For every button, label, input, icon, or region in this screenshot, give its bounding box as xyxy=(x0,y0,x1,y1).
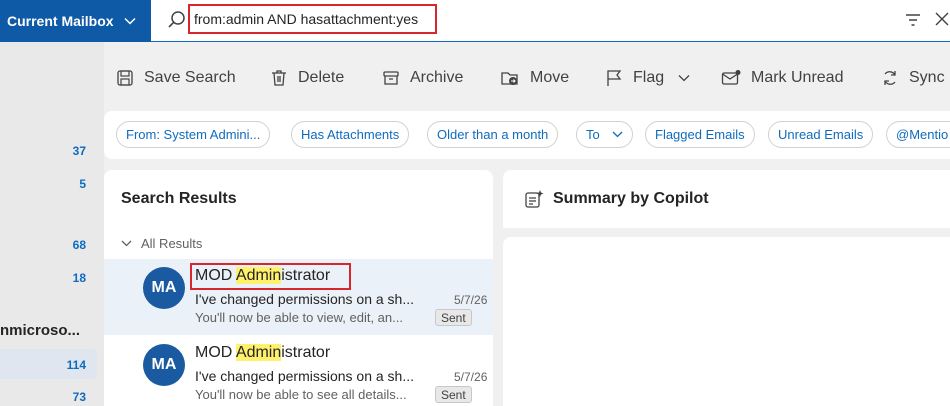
group-label: All Results xyxy=(141,236,203,251)
folder-count: 114 xyxy=(66,358,86,372)
message-preview: You'll now be able to view, edit, an... xyxy=(195,310,403,325)
archive-button[interactable]: Archive xyxy=(382,69,463,87)
folder-count: 68 xyxy=(72,238,86,252)
chip-label: From: System Admini... xyxy=(126,127,261,142)
delete-label: Delete xyxy=(298,69,345,86)
search-box[interactable]: from:admin AND hasattachment:yes xyxy=(151,0,950,41)
flag-icon xyxy=(607,70,622,86)
message-row[interactable]: MA MOD Administrator I've changed permis… xyxy=(104,336,493,406)
search-icon xyxy=(167,10,187,30)
results-title: Search Results xyxy=(121,190,237,207)
archive-icon xyxy=(383,71,399,85)
folder-tag: Sent xyxy=(435,386,472,403)
chip-to-dropdown[interactable]: To xyxy=(576,121,633,148)
chip-older-than-month[interactable]: Older than a month xyxy=(427,121,559,148)
chip-label: Unread Emails xyxy=(778,127,864,142)
search-match-highlight: Admin xyxy=(235,344,282,361)
search-results-panel: Search Results All Results MA MOD Admini… xyxy=(104,170,493,406)
chip-from-filter[interactable]: From: System Admini... xyxy=(116,121,271,148)
move-to-folder-icon xyxy=(501,72,518,85)
all-results-group-toggle[interactable]: All Results xyxy=(121,236,202,251)
sender-highlight-box xyxy=(190,263,351,290)
message-subject: I've changed permissions on a sh... xyxy=(195,291,415,307)
avatar: MA xyxy=(143,267,185,309)
copilot-summary-body xyxy=(503,237,950,406)
folder-count: 73 xyxy=(72,390,86,404)
message-subject: I've changed permissions on a sh... xyxy=(195,368,415,384)
sender-suffix: istrator xyxy=(281,344,331,361)
chip-label: Older than a month xyxy=(437,127,549,142)
copilot-summary-header: Summary by Copilot xyxy=(503,170,950,228)
filter-chips-bar: From: System Admini... Has Attachments O… xyxy=(104,111,950,159)
mailbox-scope-dropdown[interactable]: Current Mailbox xyxy=(0,0,151,42)
top-bar: Current Mailbox from:admin AND hasattach… xyxy=(0,0,950,42)
delete-button[interactable]: Delete xyxy=(270,69,344,87)
chip-flagged-emails[interactable]: Flagged Emails xyxy=(645,121,755,148)
move-button[interactable]: Move xyxy=(500,69,569,87)
message-date: 5/7/26 xyxy=(454,370,488,384)
sender-prefix: MOD xyxy=(195,344,236,361)
sync-button[interactable]: Sync xyxy=(881,69,945,87)
chip-label: To xyxy=(586,127,600,142)
chip-label: @Mentio xyxy=(896,127,949,142)
chip-unread-emails[interactable]: Unread Emails xyxy=(768,121,874,148)
chip-label: Flagged Emails xyxy=(655,127,745,142)
mark-unread-label: Mark Unread xyxy=(751,69,844,86)
copilot-summary-title: Summary by Copilot xyxy=(553,190,709,207)
account-name[interactable]: nmicroso... xyxy=(0,322,80,339)
chip-mentions[interactable]: @Mentio xyxy=(886,121,950,148)
chevron-down-icon[interactable] xyxy=(678,74,690,82)
trash-icon xyxy=(272,70,286,86)
folder-tag: Sent xyxy=(435,309,472,326)
folder-count: 5 xyxy=(79,177,86,191)
save-icon xyxy=(117,70,133,86)
mail-unread-icon xyxy=(721,70,741,85)
toolbar: Save Search Delete Archive Move Flag Mar… xyxy=(104,58,950,102)
save-search-button[interactable]: Save Search xyxy=(116,69,236,87)
chevron-down-icon xyxy=(124,14,136,28)
search-input[interactable]: from:admin AND hasattachment:yes xyxy=(194,11,418,27)
save-search-label: Save Search xyxy=(144,69,236,86)
move-label: Move xyxy=(530,69,570,86)
chevron-down-icon xyxy=(612,131,623,138)
copilot-summary-icon xyxy=(524,189,544,214)
mailbox-scope-label: Current Mailbox xyxy=(7,13,114,29)
chip-has-attachments[interactable]: Has Attachments xyxy=(291,121,410,148)
folder-count: 37 xyxy=(72,144,86,158)
avatar: MA xyxy=(143,344,185,386)
message-row[interactable]: MA MOD Administrator I've changed permis… xyxy=(104,259,493,335)
flag-label: Flag xyxy=(633,69,665,86)
flag-button[interactable]: Flag xyxy=(605,69,690,87)
sender-name: MOD Administrator xyxy=(195,344,330,362)
message-date: 5/7/26 xyxy=(454,293,488,307)
folder-rail: 37 5 68 18 nmicroso... 114 73 xyxy=(0,42,104,406)
folder-count: 18 xyxy=(72,271,86,285)
sync-label: Sync xyxy=(909,69,945,86)
message-preview: You'll now be able to see all details... xyxy=(195,387,407,402)
chip-label: Has Attachments xyxy=(301,127,400,142)
chevron-down-icon xyxy=(121,240,132,247)
filter-icon[interactable] xyxy=(905,12,921,28)
sync-icon xyxy=(884,71,896,85)
mark-unread-button[interactable]: Mark Unread xyxy=(721,69,843,87)
archive-label: Archive xyxy=(410,69,464,86)
close-icon[interactable] xyxy=(933,10,950,28)
